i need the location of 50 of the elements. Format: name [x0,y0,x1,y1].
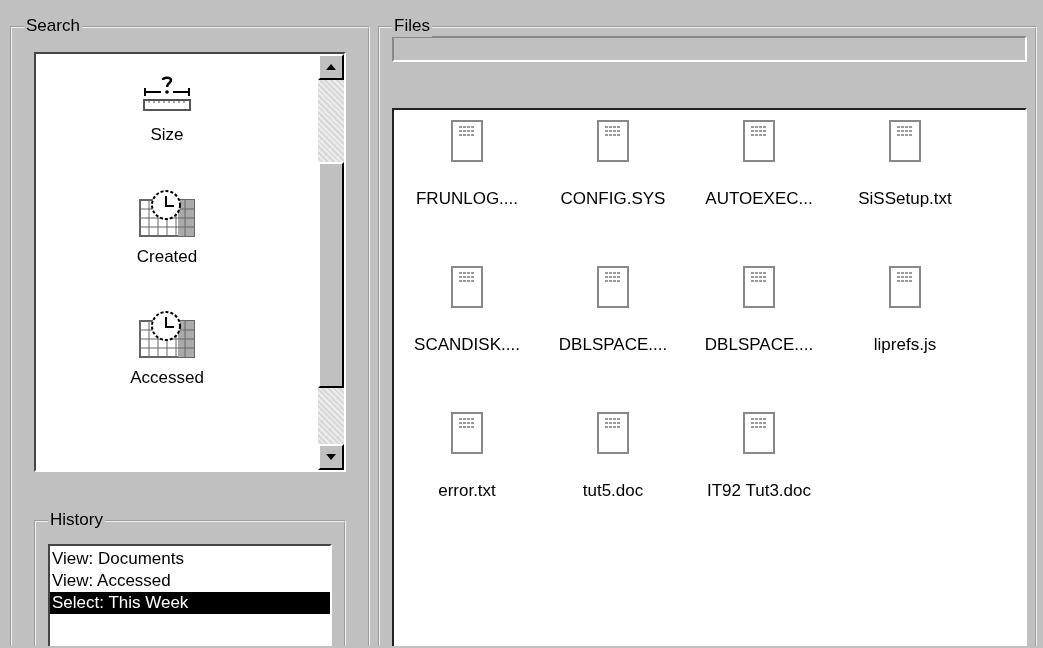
file-item[interactable]: SCANDISK.... [394,266,540,412]
option-label: Size [150,124,184,146]
history-item[interactable]: View: Documents [50,548,330,570]
file-item[interactable]: SiSSetup.txt [832,120,978,266]
option-label: Accessed [130,367,204,389]
option-label: Created [136,245,198,268]
up-arrow-icon [326,64,336,70]
scroll-up-button[interactable] [318,54,344,80]
document-icon [597,266,629,308]
search-option[interactable]: Size [141,76,193,148]
document-icon [597,120,629,162]
scrollbar[interactable] [318,54,344,470]
document-icon [451,120,483,162]
document-icon [451,412,483,454]
file-item[interactable]: FRUNLOG.... [394,120,540,266]
scroll-down-button[interactable] [318,444,344,470]
file-name: SiSSetup.txt [858,188,952,210]
down-arrow-icon [326,454,336,460]
file-name: FRUNLOG.... [416,188,518,210]
document-icon [743,266,775,308]
file-name: SCANDISK.... [414,334,520,356]
file-name: DBLSPACE.... [704,334,814,356]
file-name: AUTOEXEC... [705,188,813,210]
file-item[interactable]: AUTOEXEC... [686,120,832,266]
search-option[interactable]: Accessed [130,309,204,391]
calendar-clock-icon [138,187,196,238]
file-name: DBLSPACE.... [558,334,668,356]
file-name: tut5.doc [582,480,644,502]
file-item[interactable]: liprefs.js [832,266,978,412]
history-item[interactable]: Select: This Week [50,592,330,614]
file-item[interactable]: error.txt [394,412,540,558]
file-item[interactable]: DBLSPACE.... [540,266,686,412]
file-name: liprefs.js [873,334,937,356]
file-name: IT92 Tut3.doc [707,480,811,502]
search-option[interactable]: Created [136,187,198,269]
document-icon [889,120,921,162]
file-item[interactable]: IT92 Tut3.doc [686,412,832,558]
document-icon [597,412,629,454]
file-item[interactable]: CONFIG.SYS [540,120,686,266]
file-name: CONFIG.SYS [560,188,666,210]
calendar-clock-icon [138,309,196,359]
document-icon [743,120,775,162]
scroll-thumb[interactable] [318,162,344,388]
document-icon [451,266,483,308]
file-item[interactable]: tut5.doc [540,412,686,558]
document-icon [889,266,921,308]
history-item[interactable]: View: Accessed [50,570,330,592]
file-name: error.txt [438,480,496,502]
file-item[interactable]: DBLSPACE.... [686,266,832,412]
document-icon [743,412,775,454]
